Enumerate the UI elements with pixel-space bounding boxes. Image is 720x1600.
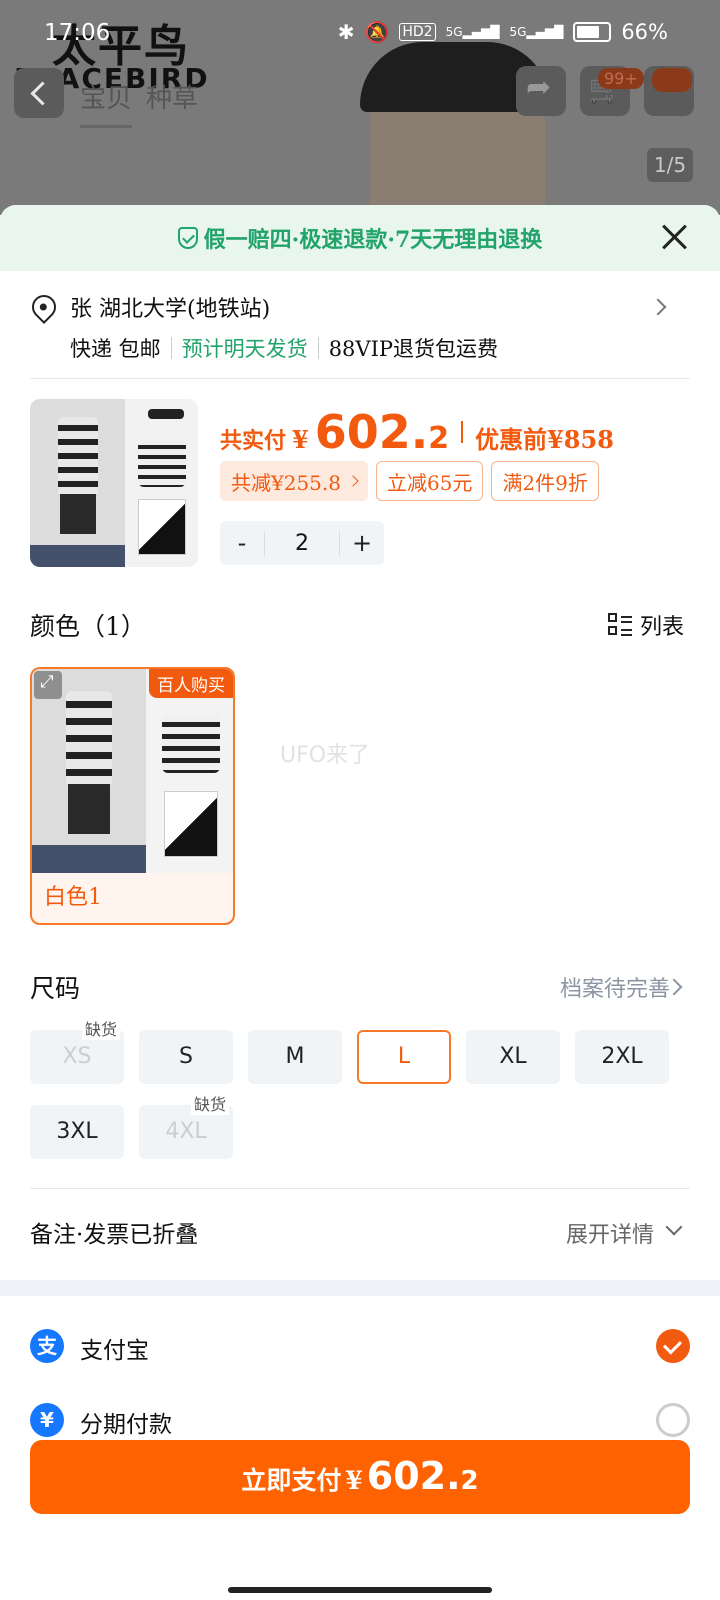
address-row[interactable]: 张 湖北大学(地铁站) 快递 包邮 预计明天发货 88VIP退货包运费: [0, 271, 720, 381]
list-view-toggle[interactable]: 列表: [607, 609, 684, 641]
chevron-down-icon: [665, 1218, 683, 1236]
bulk-discount-tag: 满2件9折: [491, 461, 599, 501]
product-summary: 共实付 ¥ 602. 2 优惠前 ¥858 共减¥255.8 立减65元 满2件…: [30, 399, 690, 569]
quantity-value[interactable]: 2: [264, 530, 340, 556]
cart-badge: 99+: [598, 68, 644, 89]
list-icon: [607, 613, 632, 637]
price-row: 共实付 ¥ 602. 2 优惠前 ¥858: [220, 405, 614, 459]
color-option-image: [32, 669, 233, 873]
payment-option-alipay[interactable]: 支 支付宝: [30, 1329, 690, 1369]
hd-icon: HD2: [399, 23, 436, 41]
shield-check-icon: [177, 227, 198, 249]
size-option-3xl[interactable]: 3XL: [30, 1105, 124, 1159]
delivery-method: 快递 包邮: [70, 337, 161, 361]
remark-invoice-label: 备注·发票已折叠: [30, 1222, 199, 1248]
location-pin-icon: [27, 290, 61, 324]
watermark: UFO来了: [280, 743, 371, 768]
expand-icon[interactable]: [34, 671, 62, 699]
size-profile-link[interactable]: 档案待完善: [560, 971, 670, 1003]
chevron-right-icon: [649, 298, 667, 316]
divider: [317, 337, 319, 359]
tab-review[interactable]: 种草: [146, 78, 198, 128]
promo-tags: 共减¥255.8 立减65元 满2件9折: [220, 461, 599, 501]
back-button[interactable]: [14, 68, 64, 118]
decrease-button[interactable]: -: [220, 529, 264, 557]
total-price-integer: 602.: [314, 405, 429, 459]
alipay-icon: 支: [30, 1329, 64, 1363]
payment-option-installment[interactable]: ¥ 分期付款: [30, 1403, 690, 1443]
ship-estimate: 预计明天发货: [181, 337, 308, 361]
color-option-white[interactable]: 百人购买 白色1: [30, 667, 235, 925]
close-icon[interactable]: [656, 219, 692, 255]
currency-symbol: ¥: [292, 425, 309, 454]
divider: [461, 421, 464, 443]
pay-now-button[interactable]: 立即支付 ¥ 602. 2: [30, 1440, 690, 1514]
section-divider: [30, 378, 690, 379]
payment-label: 分期付款: [80, 1412, 172, 1438]
signal-5g-icon-2: 5G▂▄▆█: [509, 25, 564, 39]
image-pager: 1/5: [647, 148, 693, 182]
mute-icon: 🔕: [364, 20, 390, 44]
payment-label: 支付宝: [80, 1338, 149, 1364]
pay-amount-integer: 602.: [366, 1454, 461, 1498]
currency-symbol: ¥: [345, 1466, 363, 1495]
status-bar: 17:06 ✱ 🔕 HD2 5G▂▄▆█ 5G▂▄▆█ 66%: [0, 0, 720, 66]
guarantee-text: 假一赔四·极速退款·7天无理由退换: [203, 227, 543, 253]
section-gap: [0, 1280, 720, 1296]
expand-details-button[interactable]: 展开详情: [566, 1217, 654, 1249]
size-option-l[interactable]: L: [357, 1030, 451, 1084]
product-thumbnail[interactable]: [30, 399, 198, 567]
product-tabs: 宝贝 种草: [80, 78, 198, 128]
signal-5g-icon: 5G▂▄▆█: [445, 25, 500, 39]
battery-icon: [573, 22, 612, 42]
return-policy: 88VIP退货包运费: [328, 337, 498, 361]
installment-icon: ¥: [30, 1403, 64, 1437]
size-option-4xl[interactable]: 4XL 缺货: [139, 1095, 233, 1159]
address-text: 张 湖北大学(地铁站): [70, 297, 271, 322]
size-section-title: 尺码: [30, 974, 81, 1003]
list-toggle-label: 列表: [639, 615, 684, 640]
radio-icon[interactable]: [656, 1403, 690, 1437]
pay-now-label: 立即支付: [241, 1466, 342, 1495]
total-price-decimal: 2: [428, 421, 450, 456]
battery-percent: 66%: [621, 20, 668, 44]
more-badge: [652, 68, 692, 92]
instant-discount-tag: 立减65元: [375, 461, 484, 501]
section-divider: [30, 1188, 690, 1189]
size-option-s[interactable]: S: [139, 1030, 233, 1084]
bluetooth-icon: ✱: [337, 20, 355, 44]
out-of-stock-label: 缺货: [190, 1095, 229, 1115]
original-label: 优惠前: [475, 425, 548, 454]
total-label: 共实付: [220, 428, 287, 454]
delivery-info: 快递 包邮 预计明天发货 88VIP退货包运费: [70, 333, 498, 363]
increase-button[interactable]: +: [340, 529, 384, 557]
color-option-label: 白色1: [44, 885, 102, 910]
divider: [170, 337, 172, 359]
size-option-xs[interactable]: XS 缺货: [30, 1020, 124, 1084]
quantity-stepper: - 2 +: [220, 521, 384, 565]
size-option-xl[interactable]: XL: [466, 1030, 560, 1084]
size-option-m[interactable]: M: [248, 1030, 342, 1084]
status-time: 17:06: [44, 20, 111, 46]
color-section-title: 颜色（1）: [30, 612, 146, 641]
total-discount-tag[interactable]: 共减¥255.8: [220, 461, 368, 501]
purchase-sheet: 假一赔四·极速退款·7天无理由退换 张 湖北大学(地铁站) 快递 包邮 预计明天…: [0, 205, 720, 1600]
tab-item[interactable]: 宝贝: [80, 78, 133, 128]
guarantee-banner: 假一赔四·极速退款·7天无理由退换: [0, 205, 720, 271]
chevron-right-icon: [347, 475, 359, 487]
pay-amount-decimal: 2: [460, 1466, 479, 1496]
popular-badge: 百人购买: [149, 669, 233, 698]
home-indicator[interactable]: [228, 1587, 492, 1593]
status-icons: ✱ 🔕 HD2 5G▂▄▆█ 5G▂▄▆█ 66%: [338, 20, 668, 44]
check-icon: [656, 1329, 690, 1363]
out-of-stock-label: 缺货: [81, 1020, 120, 1040]
share-button[interactable]: [516, 66, 566, 116]
size-option-2xl[interactable]: 2XL: [575, 1030, 669, 1084]
original-price: ¥858: [547, 425, 614, 454]
